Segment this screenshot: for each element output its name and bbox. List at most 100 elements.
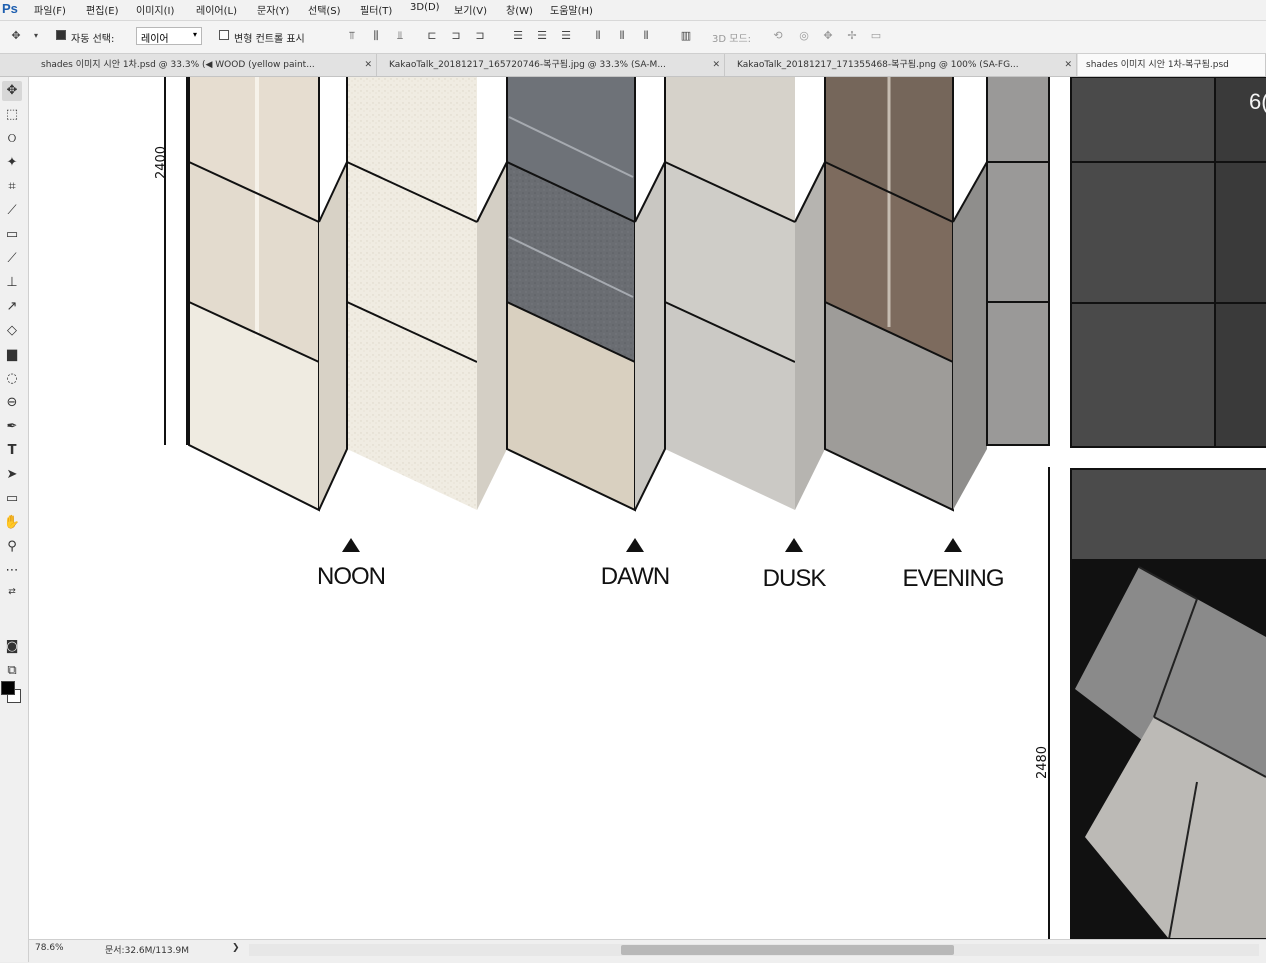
tab-label: KakaoTalk_20181217_165720746-복구됨.jpg @ 3… <box>389 60 666 70</box>
align-top-icon[interactable]: ⫪ <box>346 29 358 43</box>
menu-bar: Ps 파일(F) 편집(E) 이미지(I) 레이어(L) 문자(Y) 선택(S)… <box>0 0 1266 21</box>
distribute-right-icon[interactable]: ⫴ <box>640 29 652 43</box>
align-vcenter-icon[interactable]: ⫼ <box>370 29 382 43</box>
menu-select[interactable]: 선택(S) <box>308 2 341 17</box>
dimension-label-left: 2400 <box>154 145 170 180</box>
document-size: 문서:32.6M/113.9M <box>105 946 189 956</box>
menu-image[interactable]: 이미지(I) <box>136 2 174 17</box>
close-icon[interactable]: ✕ <box>364 54 372 76</box>
auto-select-label: 자동 선택: <box>71 34 115 45</box>
distribute-bottom-icon[interactable]: ☰ <box>560 29 572 43</box>
move-tool-icon[interactable]: ✥ <box>10 29 22 43</box>
distribute-vcenter-icon[interactable]: ☰ <box>536 29 548 43</box>
document-tab-bar: shades 이미지 시안 1차.psd @ 33.3% (◀ WOOD (ye… <box>0 54 1266 77</box>
tool-preset-dropdown-icon[interactable]: ▾ <box>30 29 42 43</box>
screen-mode-icon[interactable]: ⧉ <box>2 661 22 681</box>
blur-icon[interactable]: ◌ <box>2 369 22 389</box>
tab-document-2[interactable]: KakaoTalk_20181217_165720746-복구됨.jpg @ 3… <box>381 54 725 76</box>
eraser-icon[interactable]: ◇ <box>2 321 22 341</box>
align-left-icon[interactable]: ⊏ <box>426 29 438 43</box>
panel-dawn-left <box>476 77 636 512</box>
auto-select-checkbox[interactable] <box>56 30 66 40</box>
tab-label: shades 이미지 시안 1차.psd @ 33.3% (◀ WOOD (ye… <box>41 60 315 70</box>
foreground-color-swatch[interactable] <box>1 681 15 695</box>
menu-type[interactable]: 문자(Y) <box>257 2 289 17</box>
stamp-icon[interactable]: ⊥ <box>2 273 22 293</box>
label-dawn: DAWN <box>600 563 670 590</box>
history-brush-icon[interactable]: ↗ <box>2 297 22 317</box>
orbit-3d-icon[interactable]: ⟲ <box>772 29 784 43</box>
brush-icon[interactable]: ⟋ <box>2 249 22 269</box>
tab-document-3[interactable]: KakaoTalk_20181217_171355468-복구됨.png @ 1… <box>729 54 1077 76</box>
distribute-left-icon[interactable]: ⫴ <box>592 29 604 43</box>
transform-controls-label: 변형 컨트롤 표시 <box>234 34 305 45</box>
zoom-icon[interactable]: ⚲ <box>2 537 22 557</box>
eyedropper-icon[interactable]: ⟋ <box>2 201 22 221</box>
menu-layer[interactable]: 레이어(L) <box>196 2 237 17</box>
path-select-icon[interactable]: ➤ <box>2 465 22 485</box>
zoom-level[interactable]: 78.6% <box>35 943 64 953</box>
tab-document-4[interactable]: shades 이미지 시안 1차-복구됨.psd <box>1078 54 1266 76</box>
menu-view[interactable]: 보기(V) <box>454 2 487 17</box>
healing-icon[interactable]: ▭ <box>2 225 22 245</box>
triangle-marker-icon <box>785 538 803 552</box>
type-icon[interactable]: T <box>2 441 22 461</box>
tools-panel: ✥ ⬚ ଠ ✦ ⌗ ⟋ ▭ ⟋ ⊥ ↗ ◇ ▆ ◌ ⊖ ✒ T ➤ ▭ ✋ ⚲ … <box>0 77 29 962</box>
corner-number-text: 6( <box>1249 89 1266 114</box>
photoshop-logo: Ps <box>2 1 18 16</box>
align-bottom-icon[interactable]: ⫫ <box>394 29 406 43</box>
align-hcenter-icon[interactable]: ⊐ <box>450 29 462 43</box>
horizontal-scrollbar-thumb[interactable] <box>621 945 954 955</box>
drag-3d-icon[interactable]: ✥ <box>822 29 834 43</box>
horizontal-scrollbar[interactable] <box>249 944 1259 956</box>
canvas-artwork <box>164 77 1266 939</box>
marquee-icon[interactable]: ⬚ <box>2 105 22 125</box>
magic-wand-icon[interactable]: ✦ <box>2 153 22 173</box>
close-icon[interactable]: ✕ <box>712 54 720 76</box>
roll-3d-icon[interactable]: ◎ <box>798 29 810 43</box>
label-evening: EVENING <box>902 565 1004 592</box>
crop-icon[interactable]: ⌗ <box>2 177 22 197</box>
dodge-icon[interactable]: ⊖ <box>2 393 22 413</box>
more-icon[interactable]: ⋯ <box>2 561 22 581</box>
align-right-icon[interactable]: ⊐ <box>474 29 486 43</box>
menu-file[interactable]: 파일(F) <box>34 2 66 17</box>
distribute-top-icon[interactable]: ☰ <box>512 29 524 43</box>
pen-icon[interactable]: ✒ <box>2 417 22 437</box>
transform-controls-checkbox[interactable] <box>219 30 229 40</box>
tab-label: shades 이미지 시안 1차-복구됨.psd <box>1086 60 1229 70</box>
auto-select-dropdown[interactable]: 레이어 ▾ <box>136 27 202 45</box>
status-menu-arrow-icon[interactable]: ❯ <box>232 943 240 953</box>
panel-dawn-right <box>634 77 796 511</box>
dark-tile-panel-top <box>1070 77 1266 448</box>
options-bar: ✥ ▾ 자동 선택: 레이어 ▾ 변형 컨트롤 표시 ⫪ ⫼ ⫫ ⊏ ⊐ ⊐ ☰ … <box>0 21 1266 54</box>
menu-edit[interactable]: 편집(E) <box>86 2 119 17</box>
swap-colors-icon[interactable]: ⇄ <box>2 582 22 602</box>
panel-noon-right <box>318 77 478 511</box>
tab-document-1[interactable]: shades 이미지 시안 1차.psd @ 33.3% (◀ WOOD (ye… <box>33 54 377 76</box>
auto-select-value: 레이어 <box>141 34 169 45</box>
triangle-marker-icon <box>626 538 644 552</box>
camera-3d-icon[interactable]: ▭ <box>870 29 882 43</box>
slide-3d-icon[interactable]: ✢ <box>846 29 858 43</box>
menu-window[interactable]: 창(W) <box>506 2 533 17</box>
move-icon[interactable]: ✥ <box>2 81 22 101</box>
status-bar: 78.6% 문서:32.6M/113.9M ❯ <box>29 939 1266 963</box>
close-icon[interactable]: ✕ <box>1064 54 1072 76</box>
lasso-icon[interactable]: ଠ <box>2 129 22 149</box>
dimension-label-right: 2480 <box>1035 745 1051 780</box>
label-dusk: DUSK <box>762 565 827 592</box>
menu-3d[interactable]: 3D(D) <box>410 2 440 13</box>
canvas[interactable]: 2400 2480 6( NOON DAWN DUSK EVENING <box>29 77 1266 939</box>
quick-mask-icon[interactable]: ◙ <box>2 637 22 657</box>
menu-help[interactable]: 도움말(H) <box>550 2 593 17</box>
menu-filter[interactable]: 필터(T) <box>360 2 392 17</box>
hand-icon[interactable]: ✋ <box>2 513 22 533</box>
mode-3d-label: 3D 모드: <box>712 34 752 45</box>
shape-icon[interactable]: ▭ <box>2 489 22 509</box>
auto-align-icon[interactable]: ▥ <box>680 29 692 43</box>
triangle-marker-icon <box>944 538 962 552</box>
label-noon: NOON <box>317 563 386 590</box>
distribute-hcenter-icon[interactable]: ⫴ <box>616 29 628 43</box>
gradient-icon[interactable]: ▆ <box>2 345 22 365</box>
